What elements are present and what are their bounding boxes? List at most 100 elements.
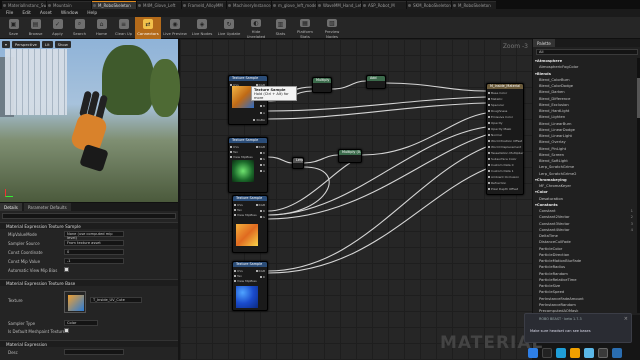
pin-r[interactable]: R (260, 151, 265, 155)
menu-asset[interactable]: Asset (40, 11, 52, 16)
result-input-pin[interactable]: Normal (488, 133, 502, 137)
add-node[interactable]: Add (366, 75, 386, 89)
result-input-pin[interactable]: Emissive Color (488, 115, 513, 119)
pin-rgba[interactable]: RGBA (253, 118, 265, 122)
lit-button[interactable]: Lit (41, 41, 53, 48)
preview-viewport[interactable]: ▾ Perspective Lit Show (0, 39, 180, 202)
result-input-pin[interactable]: Tessellation Multiplier (488, 151, 523, 155)
pin-b[interactable]: B (260, 163, 265, 167)
document-tab[interactable]: ASP_Robot_M (362, 1, 406, 9)
pin-r[interactable]: R (260, 275, 265, 279)
result-input-pin[interactable]: Opacity (488, 121, 503, 125)
document-tab[interactable]: MaterialInstanc_Swp (2, 1, 46, 9)
document-tab[interactable]: WaveMM_Hand_Left (317, 1, 361, 9)
live-preview-button[interactable]: ◉ Live Preview (162, 17, 188, 39)
document-tab[interactable]: m_glove_left_model (272, 1, 316, 9)
tab-palette[interactable]: Palette (533, 39, 555, 47)
result-input-pin[interactable]: Opacity Mask (488, 127, 511, 131)
live-update-button[interactable]: ↻ Live Update (216, 17, 242, 39)
texture-sample-node[interactable]: Texture Sample UVs Tex View MipBias RGB … (232, 261, 268, 311)
result-input-pin[interactable]: Roughness (488, 109, 507, 113)
browse-button[interactable]: ▤ Browse (25, 17, 46, 39)
live-nodes-button[interactable]: ◈ Live Nodes (189, 17, 215, 39)
result-input-pin[interactable]: World Position Offset (488, 139, 522, 143)
app-icon[interactable] (556, 347, 566, 358)
document-tab[interactable]: SKM_RoboSkeleton (407, 1, 451, 9)
app-icon[interactable] (542, 347, 552, 358)
preview-nodes-button[interactable]: ▧ Preview Nodes (319, 17, 345, 39)
app-icon[interactable] (528, 347, 538, 358)
document-tab[interactable]: FrameId_AlloyMM (182, 1, 226, 9)
viewport-menu-button[interactable]: ▾ (2, 41, 10, 48)
app-icon[interactable] (612, 347, 622, 358)
menu-window[interactable]: Window (61, 11, 78, 16)
sampler-type-dropdown[interactable]: Color (64, 320, 98, 326)
stats-button[interactable]: ▥ Stats (270, 17, 291, 39)
const-mip-field[interactable]: -1 (64, 258, 124, 264)
texture-sample-node[interactable]: Texture Sample UVs Tex View MipBias RGB … (232, 195, 268, 253)
app-icon[interactable] (598, 347, 608, 358)
clean-up-button[interactable]: ≡ Clean Up (113, 17, 134, 39)
pin-r[interactable]: R (260, 209, 265, 213)
pin-rgb[interactable]: RGB (256, 145, 265, 149)
result-input-pin[interactable]: Custom Data 0 (488, 163, 513, 167)
texture-thumbnail[interactable] (64, 291, 86, 313)
const-coordinate-field[interactable]: 0 (64, 249, 124, 255)
result-input-pin[interactable]: Specular (488, 103, 504, 107)
home-button[interactable]: ⌂ Home (91, 17, 112, 39)
pin-viewmipbias[interactable]: View MipBias (234, 279, 257, 283)
palette-category-dropdown[interactable]: All (536, 49, 638, 55)
document-tab[interactable]: M4M_Glove_Left (137, 1, 181, 9)
pin-viewmipbias[interactable]: View MipBias (234, 213, 257, 217)
tab-details[interactable]: Details (0, 203, 22, 211)
lerp-node[interactable]: Lerp (292, 157, 304, 169)
texture-asset-picker[interactable]: T_Inside_UV_Cute (90, 297, 142, 303)
result-input-pin[interactable]: Custom Data 1 (488, 169, 513, 173)
result-input-pin[interactable]: Ambient Occlusion (488, 175, 519, 179)
multiply-node[interactable]: Multiply (312, 77, 332, 93)
pin-tex[interactable]: Tex (234, 208, 242, 212)
pin-viewmipbias[interactable]: View MipBias (230, 155, 253, 159)
tab-parameter-defaults[interactable]: Parameter Defaults (23, 203, 71, 211)
document-tab[interactable]: M_RoboSkeleton (452, 1, 496, 9)
mipvaluemode-dropdown[interactable]: None (use computed mip level) (64, 231, 124, 240)
pin-tex[interactable]: Tex (230, 150, 238, 154)
close-icon[interactable]: × (624, 316, 628, 322)
pin-uvs[interactable]: UVs (230, 145, 239, 149)
details-search-input[interactable] (2, 213, 176, 219)
pin-uvs[interactable]: UVs (234, 269, 243, 273)
menu-file[interactable]: File (6, 11, 13, 16)
section-texture-base[interactable]: Material Expression Texture Base (0, 279, 178, 286)
platform-stats-button[interactable]: ▦ Platform Stats (292, 17, 318, 39)
auto-view-mip-checkbox[interactable] (64, 267, 69, 272)
show-button[interactable]: Show (54, 41, 71, 48)
app-icon[interactable] (570, 347, 580, 358)
result-input-pin[interactable]: Refraction (488, 181, 506, 185)
pin-g[interactable]: G (260, 215, 265, 219)
search-button[interactable]: ⌕ Search (69, 17, 90, 39)
desc-field[interactable] (64, 349, 124, 355)
hide-unrelated-button[interactable]: ◐ Hide Unrelated (243, 17, 269, 39)
texture-sample-node[interactable]: Texture Sample UVs Tex View MipBias RGB … (228, 137, 268, 193)
save-button[interactable]: ▣ Save (3, 17, 24, 39)
pin-uvs[interactable]: UVs (234, 203, 243, 207)
pin-g[interactable]: G (260, 157, 265, 161)
app-icon[interactable] (584, 347, 594, 358)
pin-rgb[interactable]: RGB (256, 269, 265, 273)
pin-tex[interactable]: Tex (234, 274, 242, 278)
result-input-pin[interactable]: Metallic (488, 97, 503, 101)
document-tab[interactable]: Mountain (47, 1, 91, 9)
sampler-source-dropdown[interactable]: From texture asset (64, 240, 124, 246)
result-input-pin[interactable]: Base Color (488, 91, 507, 95)
result-input-pin[interactable]: Subsurface Color (488, 157, 517, 161)
section-texture-sample[interactable]: Material Expression Texture Sample (0, 222, 178, 229)
material-graph-canvas[interactable]: Texture Sample UVs RGB R G B A RGBA Text… (180, 39, 542, 360)
result-input-pin[interactable]: World Displacement (488, 145, 521, 149)
connectors-button[interactable]: ⇄ Connectors (135, 17, 161, 39)
default-meshpaint-checkbox[interactable] (64, 328, 69, 333)
document-tab[interactable]: M_RoboSkeleton (92, 1, 136, 9)
document-tab[interactable]: MachineryInstance_M (227, 1, 271, 9)
pin-a[interactable]: A (260, 169, 265, 173)
pin-a[interactable]: A (260, 111, 265, 115)
material-result-node[interactable]: M_Inside_Material Base Color Metallic Spec… (486, 83, 524, 195)
